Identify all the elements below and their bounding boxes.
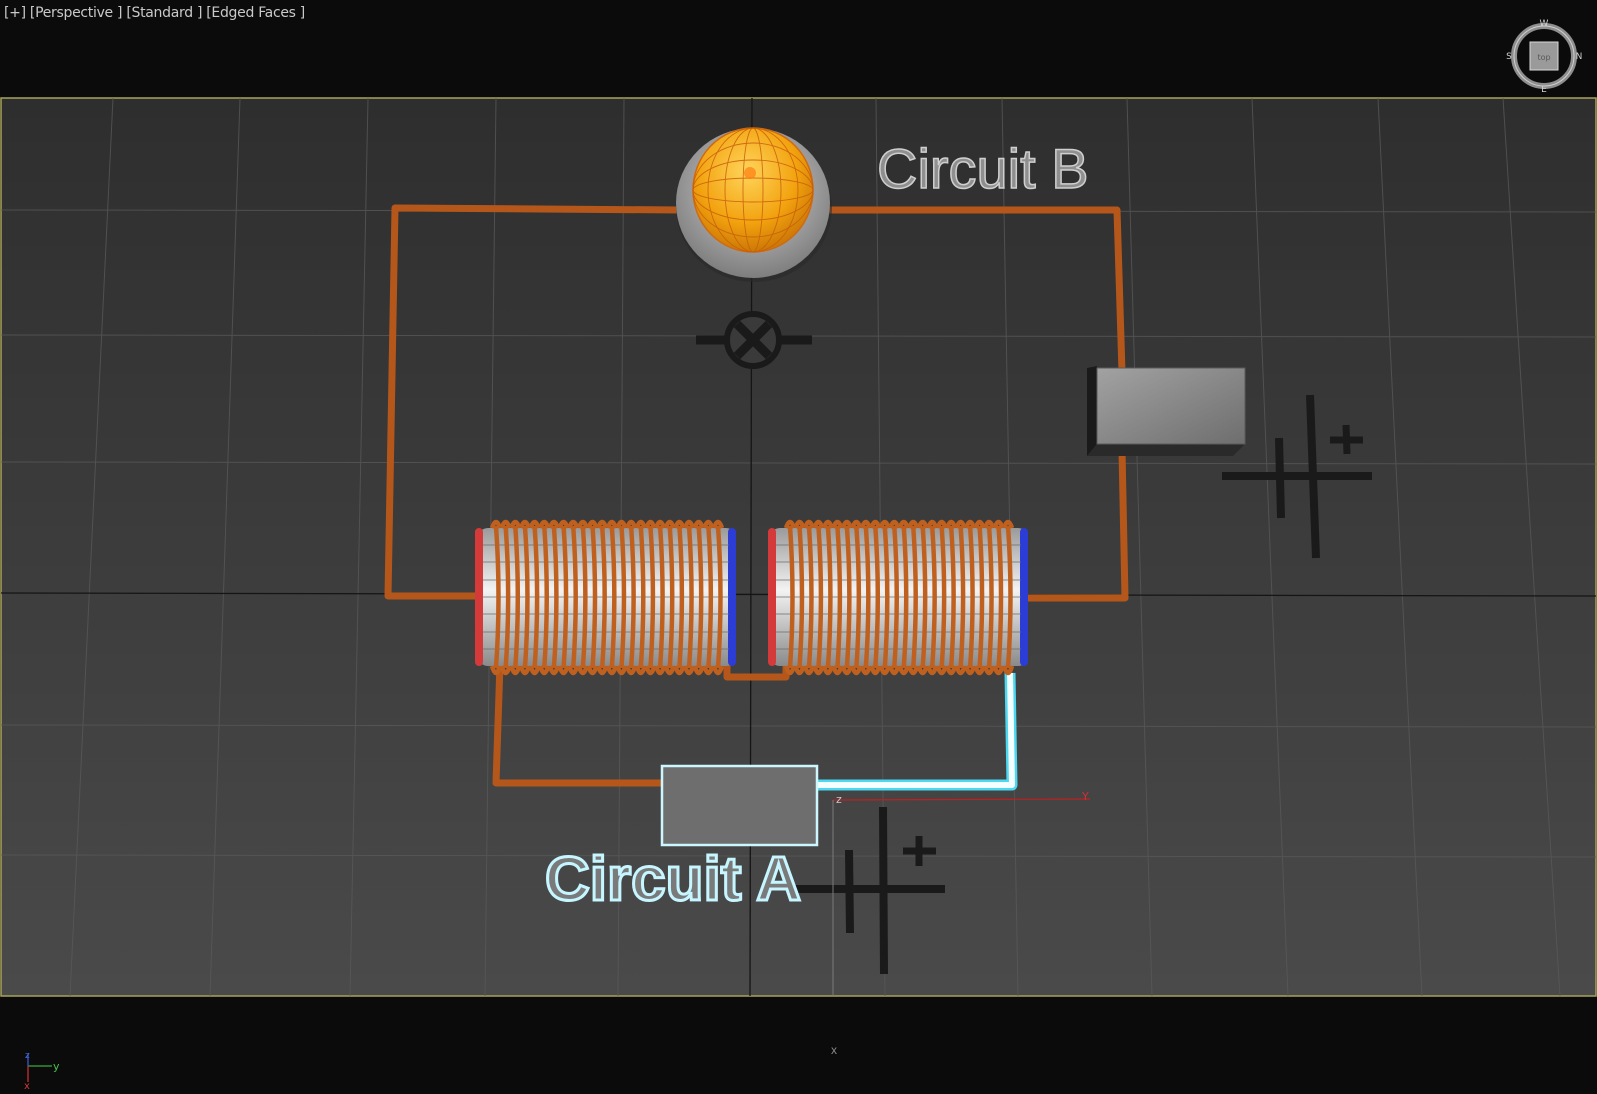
coil-winding — [939, 525, 947, 669]
coil-winding — [677, 525, 685, 669]
coil-winding — [503, 525, 511, 669]
coil-winding — [929, 525, 937, 669]
axis-y-label: y — [53, 1060, 60, 1073]
axis-x-label: x — [24, 1081, 30, 1090]
coil-winding — [835, 525, 843, 669]
viewcube-face-label: top — [1537, 53, 1550, 62]
coil-winding — [609, 525, 617, 669]
coil-winding — [892, 525, 900, 669]
coil-right[interactable] — [768, 519, 1028, 676]
coil-winding — [590, 525, 598, 669]
coil-winding — [522, 525, 530, 669]
coil-winding — [910, 525, 918, 669]
coil-winding — [816, 525, 824, 669]
coil-winding — [667, 525, 675, 669]
coil-winding — [882, 525, 890, 669]
circuit-b-label[interactable]: Circuit B — [876, 136, 1089, 201]
coil-winding — [493, 525, 501, 669]
circuit-a-label[interactable]: Circuit A — [544, 844, 803, 916]
coil-winding — [787, 525, 795, 669]
coil-winding — [920, 525, 928, 669]
coil-winding — [657, 525, 665, 669]
coil-winding — [996, 525, 1004, 669]
coil-left[interactable] — [475, 519, 736, 676]
coil-winding — [561, 525, 569, 669]
coil-winding — [967, 525, 975, 669]
coil-winding — [706, 525, 714, 669]
compass-n-label: N — [1576, 52, 1582, 62]
coil-winding — [901, 525, 909, 669]
coil-winding — [825, 525, 833, 669]
coil-winding — [863, 525, 871, 669]
compass-w-label: W — [1540, 19, 1549, 29]
coil-winding — [797, 525, 805, 669]
coil-winding — [532, 525, 540, 669]
coil-winding — [948, 525, 956, 669]
coil-winding — [806, 525, 814, 669]
coil-winding — [844, 525, 852, 669]
coil-winding — [638, 525, 646, 669]
coil-winding — [570, 525, 578, 669]
coil-winding — [686, 525, 694, 669]
gizmo-y-label: Y — [1081, 790, 1089, 803]
coil-winding — [977, 525, 985, 669]
coil-winding — [854, 525, 862, 669]
circuit-a-box[interactable] — [660, 764, 819, 847]
coil-winding — [1005, 525, 1013, 669]
coil-winding — [619, 525, 627, 669]
axis-z-label: z — [25, 1052, 30, 1061]
coil-winding — [986, 525, 994, 669]
axis-tripod: y z x — [24, 1052, 60, 1090]
coil-winding — [580, 525, 588, 669]
coil-winding — [958, 525, 966, 669]
coil-winding — [542, 525, 550, 669]
viewport-scene[interactable]: Y z Circuit B Circuit A — [0, 0, 1597, 1094]
compass-s-label: S — [1506, 52, 1512, 62]
gizmo-z-label: z — [836, 793, 842, 806]
compass-e-label: E — [1541, 85, 1547, 94]
circuit-b-box[interactable] — [1087, 366, 1246, 456]
bottom-axis-label: x — [831, 1043, 837, 1057]
coil-winding — [873, 525, 881, 669]
coil-winding — [628, 525, 636, 669]
coil-winding — [599, 525, 607, 669]
coil-winding — [551, 525, 559, 669]
coil-winding — [696, 525, 704, 669]
coil-winding — [513, 525, 521, 669]
coil-winding — [648, 525, 656, 669]
viewcube[interactable]: top W E S N — [1506, 18, 1582, 94]
coil-winding — [715, 525, 723, 669]
